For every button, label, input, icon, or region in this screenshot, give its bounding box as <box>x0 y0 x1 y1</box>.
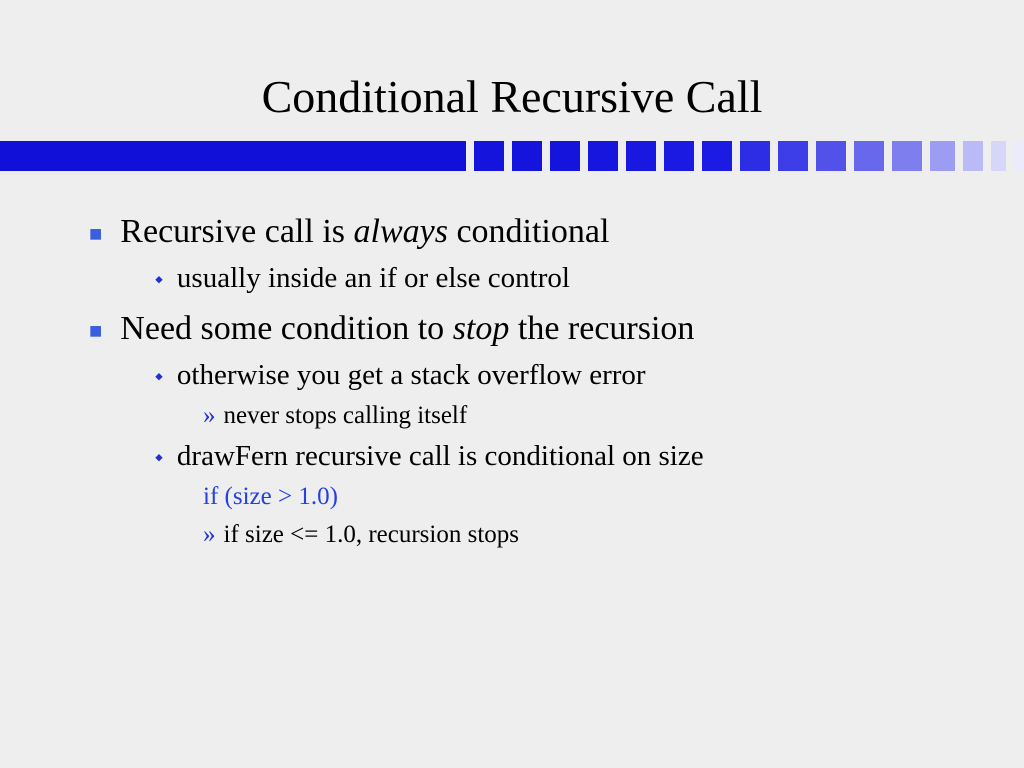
chevron-bullet-icon: » <box>203 399 216 433</box>
decorative-stripe <box>0 141 1024 171</box>
text-emphasis: always <box>354 213 448 250</box>
bullet-level-3: » if size <= 1.0, recursion stops <box>203 518 964 552</box>
stripe-square <box>550 141 580 171</box>
stripe-squares <box>474 141 1024 171</box>
stripe-square <box>930 141 955 171</box>
text-part: Need some condition to <box>120 310 452 347</box>
stripe-square <box>854 141 884 171</box>
bullet-text: Need some condition to stop the recursio… <box>120 306 694 352</box>
stripe-square <box>1014 141 1024 171</box>
stripe-bar <box>0 141 466 171</box>
diamond-bullet-icon: ⬩ <box>155 442 163 472</box>
text-part: the recursion <box>509 310 694 347</box>
bullet-text: Recursive call is always conditional <box>120 209 609 255</box>
text-part: conditional <box>448 213 609 250</box>
bullet-text: otherwise you get a stack overflow error <box>177 356 646 395</box>
code-line: if (size > 1.0) <box>203 480 964 514</box>
stripe-square <box>963 141 983 171</box>
bullet-level-3: » never stops calling itself <box>203 399 964 433</box>
bullet-text: if size <= 1.0, recursion stops <box>224 518 520 552</box>
bullet-level-2: ⬩ usually inside an if or else control <box>155 259 964 298</box>
stripe-square <box>740 141 770 171</box>
text-part: Recursive call is <box>120 213 353 250</box>
slide-content: ■ Recursive call is always conditional ⬩… <box>0 171 1024 551</box>
code-text: if (size > 1.0) <box>203 480 338 514</box>
square-bullet-icon: ■ <box>89 316 102 346</box>
text-emphasis: stop <box>453 310 510 347</box>
bullet-level-1: ■ Recursive call is always conditional <box>115 209 964 255</box>
diamond-bullet-icon: ⬩ <box>155 361 163 391</box>
bullet-level-2: ⬩ drawFern recursive call is conditional… <box>155 437 964 476</box>
stripe-square <box>588 141 618 171</box>
square-bullet-icon: ■ <box>89 219 102 249</box>
diamond-bullet-icon: ⬩ <box>155 264 163 294</box>
bullet-level-2: ⬩ otherwise you get a stack overflow err… <box>155 356 964 395</box>
stripe-square <box>816 141 846 171</box>
stripe-square <box>991 141 1006 171</box>
stripe-square <box>512 141 542 171</box>
bullet-level-1: ■ Need some condition to stop the recurs… <box>115 306 964 352</box>
stripe-square <box>664 141 694 171</box>
stripe-square <box>702 141 732 171</box>
stripe-square <box>474 141 504 171</box>
stripe-square <box>626 141 656 171</box>
bullet-text: drawFern recursive call is conditional o… <box>177 437 704 476</box>
stripe-square <box>778 141 808 171</box>
slide-title: Conditional Recursive Call <box>0 0 1024 141</box>
bullet-text: never stops calling itself <box>224 399 468 433</box>
chevron-bullet-icon: » <box>203 518 216 552</box>
bullet-text: usually inside an if or else control <box>177 259 570 298</box>
stripe-square <box>892 141 922 171</box>
